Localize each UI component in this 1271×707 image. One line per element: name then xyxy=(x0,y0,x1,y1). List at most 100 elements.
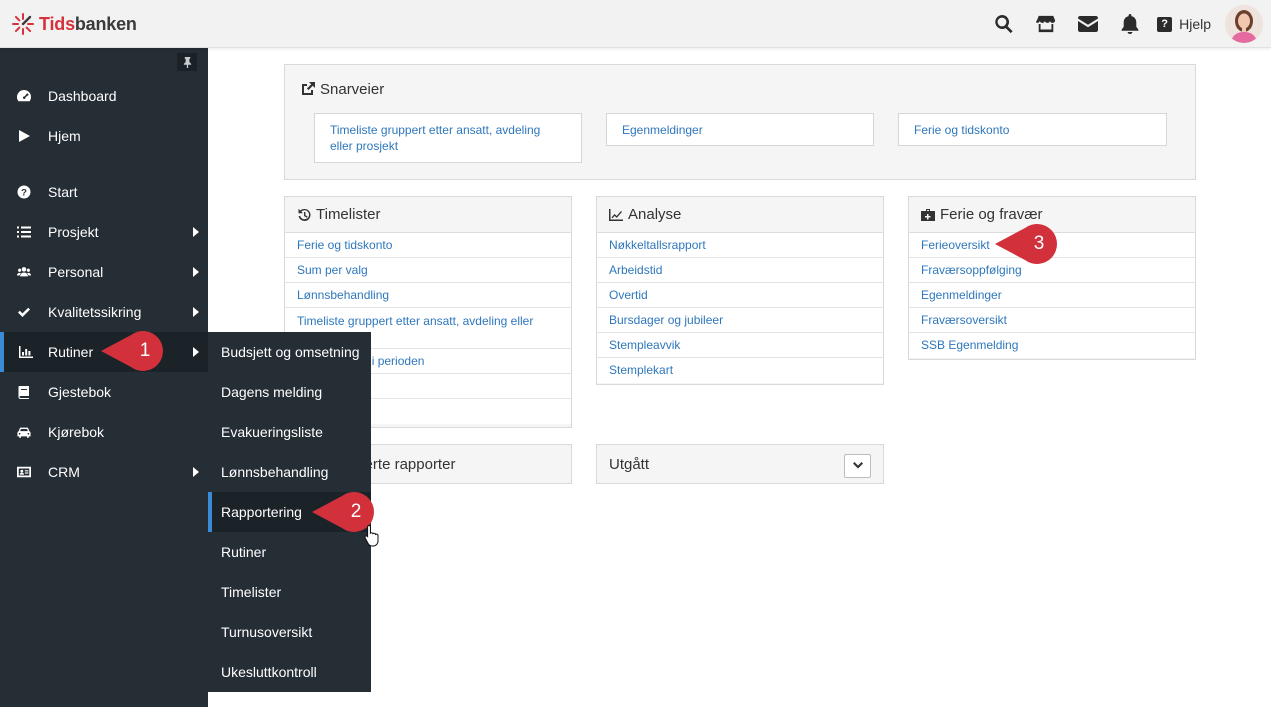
submenu-item-timelister[interactable]: Timelister xyxy=(208,572,371,612)
logo-text-part1: Tids xyxy=(39,13,75,34)
hand-cursor-icon xyxy=(364,524,379,547)
caret-right-icon xyxy=(193,227,199,237)
question-square-icon: ? xyxy=(1157,16,1173,32)
sidebar-item-gjestebok[interactable]: Gjestebok xyxy=(0,372,208,412)
list-item[interactable]: Lønnsbehandling xyxy=(285,283,571,308)
book-icon xyxy=(18,386,29,399)
submenu-item-evakueringsliste[interactable]: Evakueringsliste xyxy=(208,412,371,452)
bell-icon xyxy=(1121,14,1139,34)
list-item[interactable]: SSB Egenmelding xyxy=(909,333,1195,358)
sidebar-item-crm[interactable]: CRM xyxy=(0,452,208,492)
pin-icon xyxy=(183,56,191,68)
list-item[interactable]: Egenmeldinger xyxy=(909,283,1195,308)
dashboard-icon xyxy=(17,90,31,102)
sidebar-item-start[interactable]: ? Start xyxy=(0,172,208,212)
analyse-header: Analyse xyxy=(597,197,883,233)
id-card-icon xyxy=(17,466,31,478)
list-item[interactable]: Nøkkeltallsrapport xyxy=(597,233,883,258)
callout-marker-1: 1 xyxy=(101,331,165,371)
logo[interactable]: Tidsbanken xyxy=(11,12,137,36)
analyse-list: Nøkkeltallsrapport Arbeidstid Overtid Bu… xyxy=(597,233,883,383)
play-icon xyxy=(19,130,30,142)
utgatt-header: Utgått xyxy=(597,445,883,483)
pin-sidebar-button[interactable] xyxy=(177,53,197,71)
shortcuts-header: Snarveier xyxy=(285,65,1195,113)
submenu-item-turnusoversikt[interactable]: Turnusoversikt xyxy=(208,612,371,652)
sidebar-item-dashboard[interactable]: Dashboard xyxy=(0,76,208,116)
shortcuts-panel: Snarveier Timeliste gruppert etter ansat… xyxy=(284,64,1196,180)
line-chart-icon xyxy=(609,208,623,221)
check-icon xyxy=(18,307,30,317)
history-icon xyxy=(298,208,311,221)
shortcut-link-ferie-og-tidskonto[interactable]: Ferie og tidskonto xyxy=(898,113,1167,146)
top-bar: Tidsbanken ? Hjelp xyxy=(0,0,1271,48)
submenu-item-rutiner[interactable]: Rutiner xyxy=(208,532,371,572)
list-item[interactable]: Bursdager og jubileer xyxy=(597,308,883,333)
analyse-panel: Analyse Nøkkeltallsrapport Arbeidstid Ov… xyxy=(596,196,884,385)
store-icon xyxy=(1036,15,1056,33)
chevron-down-icon xyxy=(852,462,863,469)
search-icon xyxy=(995,15,1013,34)
list-item[interactable]: Overtid xyxy=(597,283,883,308)
sidebar-item-prosjekt[interactable]: Prosjekt xyxy=(0,212,208,252)
shortcuts-title: Snarveier xyxy=(320,80,385,98)
question-circle-icon: ? xyxy=(17,185,31,199)
top-icons: ? Hjelp xyxy=(983,0,1271,48)
submenu-item-dagens-melding[interactable]: Dagens melding xyxy=(208,372,371,412)
timelister-title: Timelister xyxy=(316,206,381,223)
avatar[interactable] xyxy=(1225,5,1263,43)
sidebar-item-kjorebok[interactable]: Kjørebok xyxy=(0,412,208,452)
submenu-item-lonnsbehandling[interactable]: Lønnsbehandling xyxy=(208,452,371,492)
shortcut-link-egenmeldinger[interactable]: Egenmeldinger xyxy=(606,113,874,146)
sidebar-item-label: Prosjekt xyxy=(48,224,99,240)
sidebar-item-personal[interactable]: Personal xyxy=(0,252,208,292)
notifications-button[interactable] xyxy=(1109,0,1151,48)
caret-right-icon xyxy=(193,467,199,477)
submenu-item-ukesluttkontroll[interactable]: Ukesluttkontroll xyxy=(208,652,371,692)
users-icon xyxy=(17,267,31,277)
callout-number: 3 xyxy=(1033,233,1045,254)
messages-button[interactable] xyxy=(1067,0,1109,48)
sidebar-item-label: Hjem xyxy=(48,128,81,144)
caret-right-icon xyxy=(193,307,199,317)
shortcut-link-timeliste-gruppert[interactable]: Timeliste gruppert etter ansatt, avdelin… xyxy=(314,113,582,163)
list-icon xyxy=(17,226,31,238)
list-item[interactable]: Arbeidstid xyxy=(597,258,883,283)
car-icon xyxy=(17,427,31,438)
user-photo-icon xyxy=(1225,5,1263,43)
logo-icon xyxy=(12,13,34,35)
help-button[interactable]: ? Hjelp xyxy=(1157,16,1211,32)
list-item[interactable]: Sum per valg xyxy=(285,258,571,283)
timelister-header: Timelister xyxy=(285,197,571,233)
utgatt-expand-button[interactable] xyxy=(844,454,871,478)
list-item[interactable]: Ferie og tidskonto xyxy=(285,233,571,258)
list-item[interactable]: Stempleavvik xyxy=(597,333,883,358)
analyse-title: Analyse xyxy=(628,206,682,223)
sidebar-item-label: Start xyxy=(48,184,78,200)
sidebar-item-label: Dashboard xyxy=(48,88,117,104)
callout-number: 1 xyxy=(139,340,151,361)
sidebar-item-hjem[interactable]: Hjem xyxy=(0,116,208,156)
sidebar-item-label: Kjørebok xyxy=(48,424,105,440)
utgatt-panel[interactable]: Utgått xyxy=(596,444,884,484)
store-button[interactable] xyxy=(1025,0,1067,48)
callout-marker-3: 3 xyxy=(995,224,1059,264)
envelope-icon xyxy=(1078,16,1099,32)
sidebar: Dashboard Hjem ? Start Prosjekt Personal… xyxy=(0,48,208,707)
sidebar-item-label: Gjestebok xyxy=(48,384,112,400)
caret-right-icon xyxy=(193,347,199,357)
submenu-item-budsjett[interactable]: Budsjett og omsetning xyxy=(208,332,371,372)
svg-text:?: ? xyxy=(21,188,27,199)
caret-right-icon xyxy=(193,267,199,277)
sidebar-item-kvalitetssikring[interactable]: Kvalitetssikring xyxy=(0,292,208,332)
utgatt-title: Utgått xyxy=(609,455,650,473)
bar-chart-icon xyxy=(19,346,33,358)
search-button[interactable] xyxy=(983,0,1025,48)
help-label: Hjelp xyxy=(1179,16,1211,32)
logo-text: Tidsbanken xyxy=(39,14,137,35)
medkit-icon xyxy=(921,208,935,221)
ferie-title: Ferie og fravær xyxy=(940,206,1043,223)
sidebar-item-label: Kvalitetssikring xyxy=(48,304,142,320)
list-item[interactable]: Fraværsoversikt xyxy=(909,308,1195,333)
list-item[interactable]: Stemplekart xyxy=(597,358,883,383)
